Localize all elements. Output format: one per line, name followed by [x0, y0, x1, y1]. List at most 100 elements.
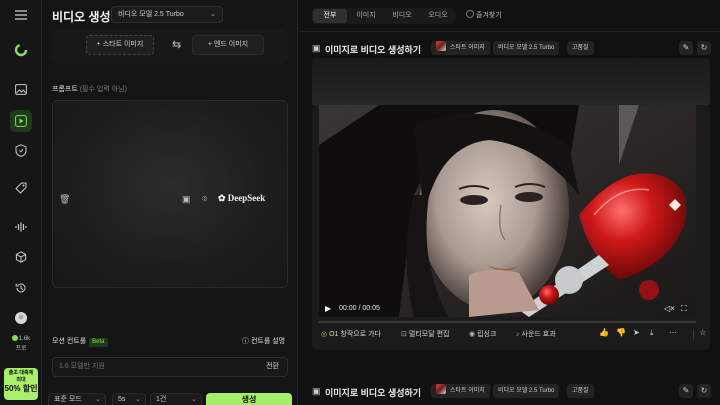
divider — [693, 329, 694, 340]
credit-icon — [11, 335, 18, 341]
duration-select[interactable]: 5s ⌄ — [112, 393, 146, 405]
playback-time: 00:00 / 00:05 — [339, 305, 380, 312]
edit-icon[interactable]: ✎ — [679, 384, 693, 398]
count-select-value: 1건 — [156, 396, 167, 403]
image-icon[interactable] — [13, 81, 29, 97]
progress-bar[interactable] — [319, 321, 696, 323]
history-icon[interactable] — [13, 280, 29, 296]
audio-icon[interactable] — [13, 219, 29, 235]
count-select[interactable]: 1건 ⌄ — [150, 393, 202, 405]
multimodal-edit-label: 멀티모달 편집 — [408, 331, 450, 338]
credit-balance: 1.6k 프로 — [4, 334, 38, 354]
quality-chip: 고품질 — [567, 41, 594, 55]
favorites-label: 즐겨찾기 — [476, 12, 502, 19]
convert-button[interactable]: 전환 — [266, 358, 279, 376]
radio-icon — [466, 10, 474, 18]
control-settings-link[interactable]: ⓘ 컨트롤 설명 — [242, 336, 285, 346]
promo-banner[interactable]: 출조 대축제 최대 50% 할인 — [4, 368, 38, 400]
menu-icon[interactable] — [13, 7, 29, 23]
location-icon[interactable]: ⌾ — [202, 194, 207, 205]
motion-hint-placeholder: 1.6 모델만 지원 — [59, 363, 105, 370]
download-icon[interactable]: ⤓ — [650, 328, 654, 338]
end-image-button[interactable]: + 엔드 이미지 — [192, 35, 264, 55]
tag-icon[interactable] — [13, 180, 29, 196]
volume-icon[interactable]: ◁× — [664, 304, 675, 313]
regenerate-icon[interactable]: ↻ — [697, 384, 711, 398]
logo-icon[interactable] — [13, 42, 29, 58]
start-image-label: 스타트 이미지 — [102, 41, 144, 48]
model-chip: 비디오 모델 2.5 Turbo — [493, 384, 560, 398]
card-actions: ◎ O1 창작으로 가다 ⊡ 멀티모달 편집 ◉ 립싱크 ♪ 사운드 효과 👍 👎 ➤ … — [319, 327, 706, 343]
plus-icon: + — [207, 41, 212, 48]
player-controls: ▶ 00:00 / 00:05 ◁× ⛶ — [319, 301, 696, 321]
eye-icon: ◉ — [469, 331, 476, 338]
chevron-down-icon: ⌄ — [210, 11, 216, 18]
deepseek-button[interactable]: ✿ DeepSeek — [218, 193, 265, 204]
tab-audio[interactable]: 오디오 — [421, 9, 455, 23]
lipsync-button[interactable]: ◉ 립싱크 — [469, 329, 496, 339]
more-icon[interactable]: ⋯ — [669, 328, 677, 337]
avatar[interactable] — [13, 310, 29, 326]
video-player[interactable] — [319, 105, 696, 317]
card-title: 이미지로 비디오 생성하기 — [325, 45, 422, 55]
promo-line1: 출조 대축제 — [8, 370, 34, 376]
edit-frame-icon: ⊡ — [401, 331, 407, 338]
start-image-thumb — [436, 384, 446, 394]
star-icon[interactable]: ☆ — [699, 328, 706, 337]
start-image-chip[interactable]: 스타트 이미지 — [431, 41, 490, 55]
mode-select-value: 표준 모드 — [54, 396, 82, 403]
thumbs-up-icon[interactable]: 👍 — [599, 328, 609, 337]
logo-icon: ◎ — [321, 331, 328, 338]
info-icon: ⓘ — [242, 338, 249, 345]
model-select[interactable]: 비디오 모델 2.5 Turbo ⌄ — [111, 6, 223, 23]
beta-badge: Beta — [89, 338, 108, 347]
tab-all[interactable]: 전부 — [313, 9, 347, 23]
motion-control-label: 모션 컨트롤 Beta — [52, 336, 108, 347]
chevron-down-icon: ⌄ — [95, 396, 101, 403]
save-icon[interactable]: ▣ — [182, 194, 191, 205]
sound-icon: ♪ — [516, 331, 520, 338]
generation-panel: 비디오 생성 비디오 모델 2.5 Turbo ⌄ + 스타트 이미지 ⇆ + … — [42, 0, 298, 405]
filter-tabs: 전부 이미지 비디오 오디오 — [312, 8, 456, 24]
card-header: ▣ 이미지로 비디오 생성하기 스타트 이미지 비디오 모델 2.5 Turbo… — [312, 40, 711, 58]
multimodal-edit-button[interactable]: ⊡ 멀티모달 편집 — [401, 329, 449, 339]
play-icon[interactable]: ▶ — [325, 304, 331, 313]
start-image-chip-label: 스타트 이미지 — [450, 45, 485, 51]
video-frame — [319, 105, 696, 317]
generate-button[interactable]: 생성 — [206, 393, 292, 405]
trash-icon[interactable]: 🗑 — [59, 194, 70, 205]
mode-select[interactable]: 표준 모드 ⌄ — [48, 393, 106, 405]
sound-effect-button[interactable]: ♪ 사운드 효과 — [516, 329, 556, 339]
video-icon[interactable] — [10, 110, 32, 132]
start-image-button[interactable]: + 스타트 이미지 — [86, 35, 154, 55]
card-header: ▣ 이미지로 비디오 생성하기 스타트 이미지 비디오 모델 2.5 Turbo… — [312, 383, 711, 401]
plus-icon: + — [96, 41, 101, 48]
swap-icon[interactable]: ⇆ — [172, 38, 181, 51]
chevron-down-icon: ⌄ — [135, 396, 141, 403]
favorites-toggle[interactable]: 즐겨찾기 — [466, 10, 502, 20]
video-card: ▶ 00:00 / 00:05 ◁× ⛶ ◎ O1 창작으로 가다 ⊡ 멀티모달 편… — [312, 105, 710, 350]
deepseek-label: DeepSeek — [227, 193, 266, 203]
lipsync-label: 립싱크 — [477, 331, 497, 338]
edit-icon[interactable]: ✎ — [679, 41, 693, 55]
promo-line2: 최대 — [16, 377, 26, 383]
divider — [299, 31, 720, 32]
panel-title: 비디오 생성 — [52, 10, 111, 24]
start-image-thumb — [436, 41, 446, 51]
shield-icon[interactable] — [13, 142, 29, 158]
motion-hint-field[interactable]: 1.6 모델만 지원 전환 — [52, 357, 288, 377]
end-image-label: 엔드 이미지 — [213, 41, 249, 48]
tab-image[interactable]: 이미지 — [349, 9, 383, 23]
plan-label: 프로 — [15, 346, 27, 352]
model-link[interactable]: ◎ O1 창작으로 가다 — [321, 329, 381, 339]
regenerate-icon[interactable]: ↻ — [697, 41, 711, 55]
fullscreen-icon[interactable]: ⛶ — [681, 304, 687, 314]
start-image-chip[interactable]: 스타트 이미지 — [431, 384, 490, 398]
previous-result-strip — [312, 58, 710, 106]
thumbs-down-icon[interactable]: 👎 — [616, 328, 626, 337]
sound-effect-label: 사운드 효과 — [521, 331, 556, 338]
cube-icon[interactable] — [13, 249, 29, 265]
share-icon[interactable]: ➤ — [633, 328, 640, 337]
tab-video[interactable]: 비디오 — [385, 9, 419, 23]
card-title: 이미지로 비디오 생성하기 — [325, 388, 422, 398]
